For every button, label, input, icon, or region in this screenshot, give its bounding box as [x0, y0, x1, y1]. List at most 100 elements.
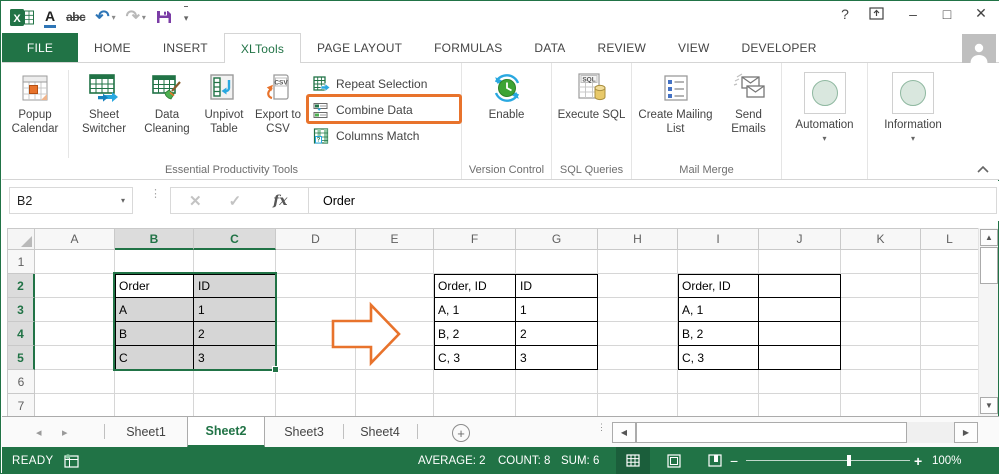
cell-K3[interactable] [841, 298, 921, 322]
scroll-right-icon[interactable]: ▶ [954, 422, 978, 443]
sheet-tab-sheet2[interactable]: Sheet2 [187, 417, 265, 448]
column-header-C[interactable]: C [194, 228, 276, 250]
column-header-D[interactable]: D [276, 228, 356, 250]
column-header-K[interactable]: K [841, 228, 921, 250]
insert-function-icon[interactable]: fx [273, 193, 287, 209]
cell-A2[interactable] [35, 274, 115, 298]
cell-E6[interactable] [356, 370, 434, 394]
row-header-4[interactable]: 4 [7, 322, 35, 346]
cell-F1[interactable] [434, 250, 516, 274]
tab-home[interactable]: HOME [78, 33, 147, 62]
formula-input[interactable]: Order [309, 194, 355, 208]
ribbon-display-options-button[interactable] [869, 7, 889, 20]
tab-file[interactable]: FILE [2, 33, 78, 62]
cell-K6[interactable] [841, 370, 921, 394]
cell-I5[interactable]: C, 3 [678, 346, 759, 370]
send-emails-button[interactable]: Send Emails [719, 68, 779, 137]
sheet-nav-right-icon[interactable]: ▸ [62, 426, 68, 439]
zoom-out-button[interactable]: − [730, 447, 738, 474]
cell-L2[interactable] [921, 274, 978, 298]
cell-B4[interactable]: B [115, 322, 194, 346]
cell-A3[interactable] [35, 298, 115, 322]
cell-K7[interactable] [841, 394, 921, 417]
popup-calendar-button[interactable]: Popup Calendar [2, 68, 68, 137]
columns-match-button[interactable]: ? Columns Match [307, 123, 459, 149]
row-header-6[interactable]: 6 [7, 370, 35, 394]
cell-H6[interactable] [598, 370, 678, 394]
tabbar-grip-dots[interactable]: ⋮ [597, 423, 606, 432]
cell-L1[interactable] [921, 250, 978, 274]
tab-formulas[interactable]: FORMULAS [418, 33, 518, 62]
column-header-F[interactable]: F [434, 228, 516, 250]
zoom-level[interactable]: 100% [932, 447, 961, 474]
selection-fill-handle[interactable] [272, 366, 279, 373]
normal-view-button[interactable] [616, 447, 650, 474]
excel-logo-icon[interactable]: X [10, 6, 34, 28]
redo-button[interactable]: ↷ ▾ [126, 6, 146, 28]
undo-button[interactable]: ↶ ▾ [95, 6, 115, 28]
user-avatar[interactable] [962, 34, 996, 63]
cell-J2[interactable] [759, 274, 841, 298]
customize-qat-button[interactable]: ▾ [183, 6, 189, 28]
cell-C3[interactable]: 1 [194, 298, 276, 322]
execute-sql-button[interactable]: SQL Execute SQL [554, 68, 630, 123]
row-header-5[interactable]: 5 [7, 346, 35, 370]
scroll-up-icon[interactable]: ▲ [980, 229, 998, 246]
enable-button[interactable]: Enable [464, 68, 550, 123]
cell-J4[interactable] [759, 322, 841, 346]
cell-F7[interactable] [434, 394, 516, 417]
cell-I7[interactable] [678, 394, 759, 417]
cell-E2[interactable] [356, 274, 434, 298]
combine-data-button[interactable]: Combine Data [307, 97, 459, 123]
tab-developer[interactable]: DEVELOPER [725, 33, 832, 62]
export-to-csv-button[interactable]: CSV Export to CSV [253, 68, 303, 137]
repeat-selection-button[interactable]: Repeat Selection [307, 71, 459, 97]
cell-H4[interactable] [598, 322, 678, 346]
cell-B7[interactable] [115, 394, 194, 417]
minimize-button[interactable]: – [903, 6, 923, 22]
horizontal-scroll-thumb[interactable] [636, 422, 907, 443]
cell-I2[interactable]: Order, ID [678, 274, 759, 298]
sheet-tab-sheet4[interactable]: Sheet4 [344, 417, 416, 447]
help-button[interactable]: ? [835, 6, 855, 22]
cell-E1[interactable] [356, 250, 434, 274]
horizontal-scrollbar[interactable]: ◀ ▶ [612, 422, 978, 443]
cell-F4[interactable]: B, 2 [434, 322, 516, 346]
tab-page-layout[interactable]: PAGE LAYOUT [301, 33, 418, 62]
column-header-A[interactable]: A [35, 228, 115, 250]
page-break-view-button[interactable] [698, 447, 732, 474]
cell-H1[interactable] [598, 250, 678, 274]
cell-B3[interactable]: A [115, 298, 194, 322]
collapse-ribbon-button[interactable] [977, 166, 989, 173]
select-all-corner[interactable] [7, 228, 35, 250]
cell-C1[interactable] [194, 250, 276, 274]
enter-check-icon[interactable]: ✓ [229, 192, 242, 210]
cell-G7[interactable] [516, 394, 598, 417]
cell-D1[interactable] [276, 250, 356, 274]
zoom-slider-track[interactable] [746, 460, 910, 461]
column-header-J[interactable]: J [759, 228, 841, 250]
cell-B5[interactable]: C [115, 346, 194, 370]
page-layout-view-button[interactable] [657, 447, 691, 474]
cell-E7[interactable] [356, 394, 434, 417]
close-button[interactable]: ✕ [971, 5, 991, 22]
sheet-tab-sheet3[interactable]: Sheet3 [265, 417, 343, 447]
scroll-left-icon[interactable]: ◀ [612, 422, 636, 443]
tab-xltools[interactable]: XLTools [223, 33, 302, 63]
cell-K4[interactable] [841, 322, 921, 346]
cell-L6[interactable] [921, 370, 978, 394]
vertical-scroll-thumb[interactable] [980, 247, 998, 284]
cell-C6[interactable] [194, 370, 276, 394]
cell-L7[interactable] [921, 394, 978, 417]
tab-insert[interactable]: INSERT [147, 33, 224, 62]
maximize-button[interactable]: □ [937, 6, 957, 22]
cell-K1[interactable] [841, 250, 921, 274]
cell-D6[interactable] [276, 370, 356, 394]
tab-data[interactable]: DATA [518, 33, 581, 62]
cell-G6[interactable] [516, 370, 598, 394]
cell-G5[interactable]: 3 [516, 346, 598, 370]
cell-A4[interactable] [35, 322, 115, 346]
sheet-nav-left-icon[interactable]: ◂ [36, 426, 42, 439]
save-icon[interactable] [156, 6, 172, 28]
cell-L5[interactable] [921, 346, 978, 370]
